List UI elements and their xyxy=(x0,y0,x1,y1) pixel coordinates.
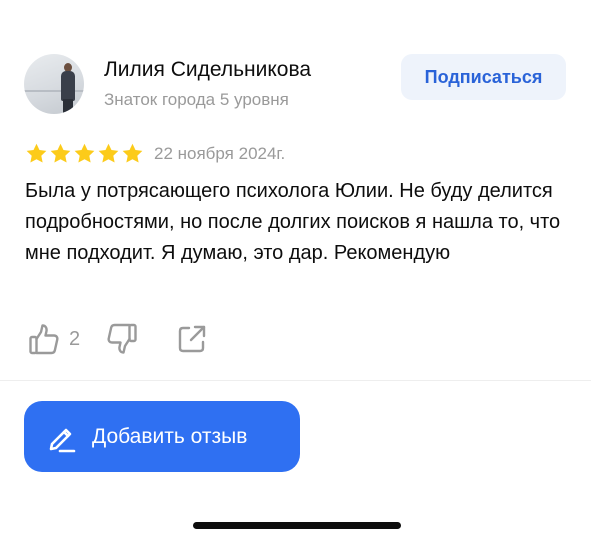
avatar-photo-detail xyxy=(63,99,73,114)
avatar-photo-detail xyxy=(61,71,75,101)
avatar-photo-detail xyxy=(24,90,84,92)
author-name[interactable]: Лилия Сидельникова xyxy=(104,58,311,82)
pen-icon xyxy=(49,428,76,452)
review-text: Была у потрясающего психолога Юлии. Не б… xyxy=(25,180,561,264)
review-date: 22 ноября 2024г. xyxy=(154,144,286,163)
rating-stars xyxy=(25,142,144,165)
star-icon xyxy=(98,143,119,163)
thumbs-down-icon[interactable] xyxy=(106,322,138,356)
like-count: 2 xyxy=(69,327,81,350)
star-icon xyxy=(26,143,47,163)
review-actions: 2 xyxy=(28,322,208,356)
add-review-button[interactable]: Добавить отзыв xyxy=(24,401,300,472)
avatar[interactable] xyxy=(24,54,84,114)
author-level: Знаток города 5 уровня xyxy=(104,90,289,109)
star-icon xyxy=(74,143,95,163)
review-screen: Лилия Сидельникова Знаток города 5 уровн… xyxy=(0,0,591,543)
star-icon xyxy=(122,143,143,163)
home-indicator[interactable] xyxy=(193,522,401,529)
add-review-label: Добавить отзыв xyxy=(92,424,248,448)
share-icon[interactable] xyxy=(176,322,208,356)
star-icon xyxy=(50,143,71,163)
thumbs-up-icon[interactable] xyxy=(28,322,60,356)
divider xyxy=(0,380,591,381)
subscribe-button[interactable]: Подписаться xyxy=(401,54,566,100)
